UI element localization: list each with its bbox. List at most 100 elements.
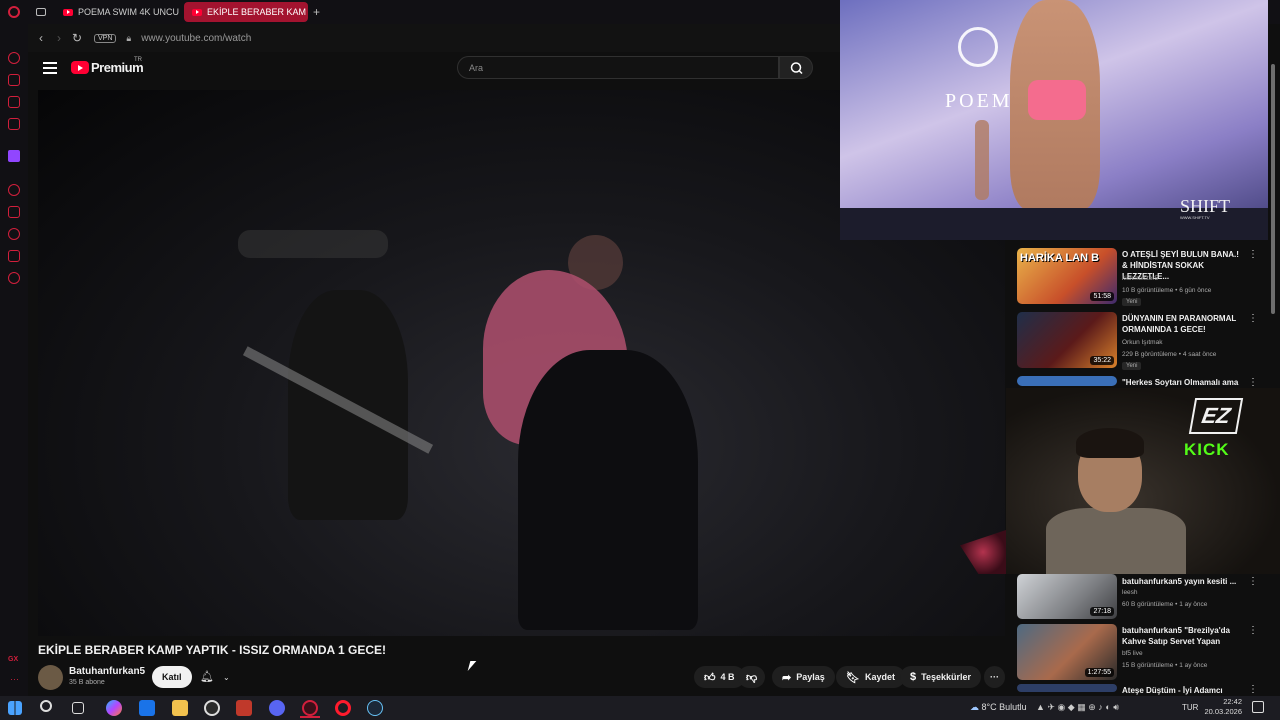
rec-menu-icon[interactable]: ⋮ <box>1248 313 1258 324</box>
search-button[interactable] <box>779 56 813 79</box>
taskbar-search-icon[interactable] <box>40 700 52 712</box>
rec-menu-icon[interactable]: ⋮ <box>1248 249 1258 260</box>
page-scrollbar[interactable] <box>1270 40 1276 692</box>
sidebar-extensions-icon[interactable] <box>8 250 20 262</box>
more-actions-button[interactable]: ··· <box>984 666 1005 688</box>
channel-avatar[interactable] <box>38 665 63 690</box>
copilot-icon[interactable] <box>106 700 122 716</box>
rec-channel[interactable]: kickmeister5 <box>1122 275 1158 282</box>
opera-logo-icon[interactable] <box>8 6 20 18</box>
steam-icon[interactable] <box>367 700 383 716</box>
rec-title[interactable]: Ateşe Düştüm - İyi Adamcı <box>1122 685 1244 695</box>
discord-icon[interactable] <box>269 700 285 716</box>
rec-menu-icon[interactable]: ⋮ <box>1248 684 1258 695</box>
youtube-logo-icon[interactable] <box>71 61 89 74</box>
sidebar-settings-icon[interactable] <box>8 272 20 284</box>
sidebar-twitch-icon[interactable] <box>8 150 20 162</box>
pip-frame-detail <box>975 120 989 200</box>
rec-duration: 51:58 <box>1090 292 1114 301</box>
rec-duration: 1:27:55 <box>1084 668 1114 677</box>
rec-duration: 27:18 <box>1090 607 1114 616</box>
opera-gx-icon[interactable] <box>302 700 318 716</box>
opera-icon[interactable] <box>335 700 351 716</box>
rec-title[interactable]: "Herkes Soytarı Olmamalı ama <box>1122 377 1244 388</box>
sidebar-messenger-icon[interactable] <box>8 96 20 108</box>
vpn-badge[interactable]: VPN <box>94 33 117 43</box>
rec-meta: 10 B görüntüleme • 6 gün önce <box>1122 287 1212 294</box>
share-button[interactable]: ➦ Paylaş <box>772 666 835 688</box>
sidebar-history-icon[interactable] <box>8 52 20 64</box>
thanks-label: Teşekkürler <box>921 672 971 682</box>
bookmark-icon: 🔖︎ <box>846 671 860 684</box>
forward-icon[interactable]: › <box>50 31 68 45</box>
rec-menu-icon[interactable]: ⋮ <box>1248 625 1258 636</box>
like-count: 4 B <box>720 672 735 682</box>
rec-title[interactable]: batuhanfurkan5 "Brezilya'da Kahve Satıp … <box>1122 625 1244 647</box>
search-input[interactable]: Ara <box>457 56 779 79</box>
sidebar-more-icon[interactable]: ··· <box>10 674 19 684</box>
rec-menu-icon[interactable]: ⋮ <box>1248 377 1258 388</box>
weather-widget[interactable]: ☁ 8°C Bulutlu <box>970 702 1027 713</box>
sidebar-bookmarks-icon[interactable] <box>8 206 20 218</box>
gx-icon[interactable]: GX <box>8 656 18 663</box>
sidebar-aria-icon[interactable] <box>8 74 20 86</box>
reload-icon[interactable]: ↻ <box>68 31 86 45</box>
thanks-icon: $ <box>910 671 917 683</box>
video-frame-detail <box>518 350 698 630</box>
dislike-button[interactable]: 👎︎ <box>738 666 766 688</box>
url-field[interactable]: www.youtube.com/watch <box>141 33 251 44</box>
windows-start-icon[interactable] <box>8 701 22 715</box>
like-button[interactable]: 👍︎ 4 B <box>694 666 745 688</box>
youtube-favicon-icon <box>63 8 73 16</box>
tab-ekiple-beraber[interactable]: EKİPLE BERABER KAM <box>184 2 308 22</box>
notification-bell-button[interactable]: 🔔︎ ⌄ <box>200 670 230 683</box>
rec-thumbnail[interactable] <box>1017 376 1117 386</box>
rec-channel[interactable]: Orkun Işıtmak <box>1122 339 1162 346</box>
back-icon[interactable]: ‹ <box>32 31 50 45</box>
thanks-button[interactable]: $ Teşekkürler <box>900 666 981 688</box>
chevron-down-icon: ⌄ <box>223 673 230 682</box>
rec-thumbnail[interactable]: HARİKA LAN B 51:58 <box>1017 248 1117 304</box>
kick-logo: KICK <box>1184 440 1230 459</box>
scrollbar-thumb[interactable] <box>1271 64 1275 314</box>
sidebar-clock-icon[interactable] <box>8 228 20 240</box>
clock[interactable]: 22:42 20.03.2026 <box>1200 697 1242 717</box>
notifications-icon[interactable] <box>1252 701 1264 713</box>
rec-channel[interactable]: leesh <box>1122 589 1138 596</box>
save-label: Kaydet <box>864 672 895 682</box>
rec-meta: 229 B görüntüleme • 4 saat önce <box>1122 351 1217 358</box>
sidebar-player-icon[interactable] <box>8 184 20 196</box>
subscriber-count: 35 B abone <box>69 679 105 686</box>
channel-name[interactable]: Batuhanfurkan5 <box>69 666 145 677</box>
rec-channel[interactable]: bf5 live <box>1122 650 1143 657</box>
rec-title[interactable]: batuhanfurkan5 yayın kesiti ... <box>1122 576 1244 587</box>
tray-icons[interactable]: ▲ ✈ ◉ ◆ ▦ ⊕ ♪ ◐ 🔊︎ <box>1036 702 1119 713</box>
rec-title[interactable]: DÜNYANIN EN PARANORMAL ORMANINDA 1 GECE! <box>1122 313 1244 335</box>
save-button[interactable]: 🔖︎ Kaydet <box>836 666 905 688</box>
tab-poema-swim[interactable]: POEMA SWIM 4K UNCUT <box>55 2 179 22</box>
menu-icon[interactable] <box>43 62 57 74</box>
rec-thumbnail[interactable] <box>1017 684 1117 692</box>
outlook-icon[interactable] <box>139 700 155 716</box>
poem-logo-icon <box>958 27 998 67</box>
country-code: TR <box>134 57 142 63</box>
video-title: EKİPLE BERABER KAMP YAPTIK - ISSIZ ORMAN… <box>38 643 387 657</box>
task-view-icon[interactable] <box>72 702 84 714</box>
rec-thumbnail[interactable]: 35:22 <box>1017 312 1117 368</box>
join-button[interactable]: Katıl <box>152 666 192 688</box>
mouse-cursor <box>467 661 477 671</box>
lock-icon[interactable]: 🔒︎ <box>126 33 131 44</box>
obs-icon[interactable] <box>204 700 220 716</box>
picture-in-picture-video[interactable]: POEM SHIFT WWW.SHIFT.TV <box>840 0 1268 240</box>
clock-time: 22:42 <box>1223 697 1242 706</box>
rec-thumbnail[interactable]: 1:27:55 <box>1017 624 1117 680</box>
taskbar-active-indicator <box>300 716 320 718</box>
new-tab-button[interactable]: + <box>313 5 320 19</box>
app-icon[interactable] <box>236 700 252 716</box>
file-explorer-icon[interactable] <box>172 700 188 716</box>
tab-overview-icon[interactable] <box>36 8 46 16</box>
rec-thumbnail[interactable]: 27:18 <box>1017 574 1117 619</box>
sidebar-gmail-icon[interactable] <box>8 118 20 130</box>
language-indicator[interactable]: TUR <box>1182 703 1198 712</box>
rec-menu-icon[interactable]: ⋮ <box>1248 576 1258 587</box>
